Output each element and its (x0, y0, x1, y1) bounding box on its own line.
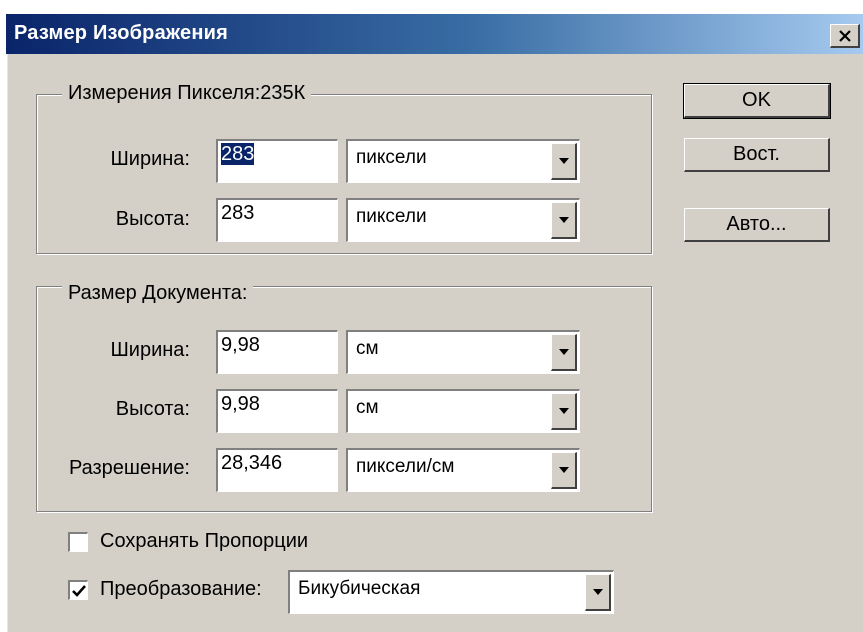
chevron-down-icon (592, 589, 603, 595)
ok-button[interactable]: OK (683, 83, 831, 119)
auto-button[interactable]: Авто... (684, 208, 830, 242)
resample-method-dropdown-button[interactable] (585, 574, 611, 611)
dialog-title: Размер Изображения (14, 22, 228, 44)
doc-height-unit-dropdown-button[interactable] (551, 393, 577, 430)
pixel-height-unit-value: пиксели (356, 206, 427, 227)
title-bar[interactable]: Размер Изображения (6, 14, 863, 54)
pixel-dimensions-legend: Измерения Пикселя:235К (62, 82, 312, 105)
resample-method-select[interactable]: Бикубическая (288, 570, 614, 614)
pixel-height-unit-dropdown-button[interactable] (551, 202, 577, 239)
resolution-value: 28,346 (221, 452, 283, 474)
resample-checkbox[interactable] (68, 580, 88, 600)
resolution-input[interactable]: 28,346 (216, 448, 338, 492)
close-button[interactable] (830, 24, 860, 48)
pixel-width-unit-select[interactable]: пиксели (346, 139, 580, 183)
pixel-width-unit-value: пиксели (356, 147, 427, 168)
doc-width-input[interactable]: 9,98 (216, 330, 338, 374)
pixel-width-label: Ширина: (110, 148, 190, 170)
pixel-height-label: Высота: (115, 208, 190, 230)
resolution-label: Разрешение: (68, 457, 190, 479)
doc-width-value: 9,98 (221, 334, 260, 356)
chevron-down-icon (558, 217, 569, 223)
chevron-down-icon (558, 349, 569, 355)
doc-height-input[interactable]: 9,98 (216, 389, 338, 433)
doc-width-unit-select[interactable]: см (346, 330, 580, 374)
chevron-down-icon (558, 158, 569, 164)
resolution-unit-value: пиксели/см (356, 456, 455, 477)
doc-width-label: Ширина: (110, 339, 190, 361)
pixel-width-input[interactable]: 283 (216, 139, 338, 183)
close-icon (838, 29, 851, 42)
pixel-height-unit-select[interactable]: пиксели (346, 198, 580, 242)
reset-button[interactable]: Вост. (684, 138, 830, 172)
pixel-width-value: 283 (221, 143, 255, 165)
doc-height-unit-value: см (356, 397, 379, 418)
pixel-height-input[interactable]: 283 (216, 198, 338, 242)
doc-width-unit-value: см (356, 338, 379, 359)
pixel-height-value: 283 (221, 202, 255, 224)
resample-label: Преобразование: (100, 578, 262, 600)
pixel-width-unit-dropdown-button[interactable] (551, 143, 577, 180)
doc-height-unit-select[interactable]: см (346, 389, 580, 433)
constrain-proportions-label: Сохранять Пропорции (100, 530, 309, 552)
resample-method-value: Бикубическая (298, 578, 421, 599)
document-size-legend: Размер Документа: (62, 282, 254, 305)
doc-height-label: Высота: (115, 398, 190, 420)
doc-height-value: 9,98 (221, 393, 260, 415)
constrain-proportions-checkbox[interactable] (68, 532, 88, 552)
checkmark-icon (71, 584, 86, 597)
resolution-unit-select[interactable]: пиксели/см (346, 448, 580, 492)
image-size-dialog: Размер Изображения Измерения Пикселя:235… (6, 14, 863, 632)
doc-width-unit-dropdown-button[interactable] (551, 334, 577, 371)
chevron-down-icon (558, 467, 569, 473)
chevron-down-icon (558, 408, 569, 414)
resolution-unit-dropdown-button[interactable] (551, 452, 577, 489)
